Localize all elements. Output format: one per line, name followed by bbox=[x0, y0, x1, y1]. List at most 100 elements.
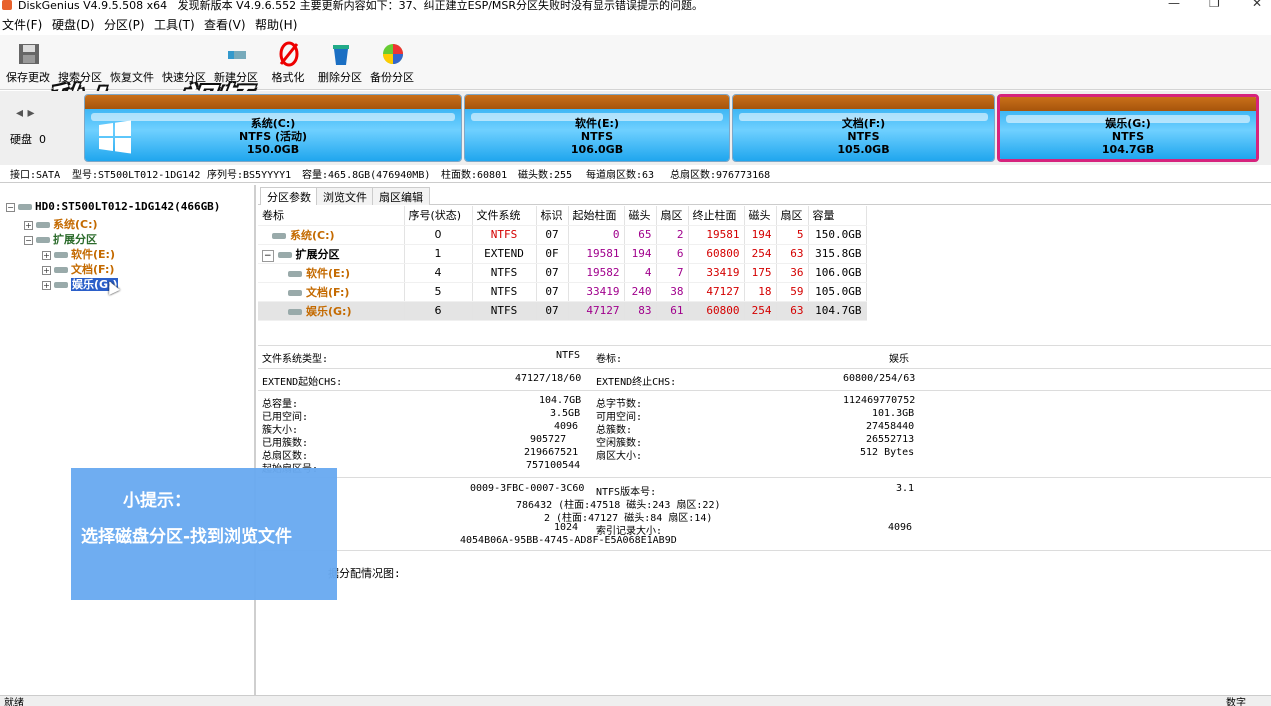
divider bbox=[258, 477, 1271, 478]
tree-node-c[interactable]: + 系统(C:) bbox=[24, 216, 98, 232]
menu-tools[interactable]: 工具(T) bbox=[154, 16, 195, 33]
title-bar: DiskGenius V4.9.5.508 x64 发现新版本 V4.9.6.5… bbox=[0, 0, 1271, 12]
partition-size: 105.0GB bbox=[837, 143, 890, 156]
cell: 47127 bbox=[568, 301, 625, 321]
tab-browse-files[interactable]: 浏览文件 bbox=[316, 187, 374, 205]
partition-block-g[interactable]: 娱乐(G:) NTFS 104.7GB bbox=[997, 94, 1259, 162]
tip-title: 小提示： bbox=[123, 491, 191, 511]
cell: 19581 bbox=[568, 244, 625, 264]
partition-size: 150.0GB bbox=[246, 143, 300, 156]
partition-icon bbox=[54, 282, 68, 288]
toolbar-label: 格式化 bbox=[271, 71, 305, 84]
cell: 19582 bbox=[568, 263, 625, 283]
menu-help[interactable]: 帮助(H) bbox=[255, 16, 297, 33]
partition-block-f[interactable]: 文档(F:) NTFS 105.0GB bbox=[732, 94, 995, 162]
cell: 36 bbox=[776, 263, 809, 283]
disk-label-text: 硬盘 bbox=[10, 133, 32, 146]
divider bbox=[258, 390, 1271, 391]
partition-name: 文档(F:) bbox=[841, 117, 886, 130]
partition-block-e[interactable]: 软件(E:) NTFS 106.0GB bbox=[464, 94, 730, 162]
partition-name: 软件(E:) bbox=[575, 117, 619, 130]
cell: 47127 bbox=[688, 282, 745, 302]
update-notice[interactable]: 发现新版本 V4.9.6.552 主要更新内容如下：37、纠正建立ESP/MSR… bbox=[178, 0, 703, 12]
partition-fs: NTFS (活动) bbox=[238, 130, 308, 143]
table-row[interactable]: 文档(F:) 5 NTFS 07 33419 240 38 47127 18 5… bbox=[258, 282, 867, 302]
menu-bar: 文件(F) 硬盘(D) 分区(P) 工具(T) 查看(V) 帮助(H) bbox=[0, 14, 1271, 34]
close-button[interactable]: ✕ bbox=[1252, 0, 1262, 10]
table-row[interactable]: − 扩展分区 1 EXTEND 0F 19581 194 6 60800 254 … bbox=[258, 244, 867, 264]
tab-sector-edit[interactable]: 扇区编辑 bbox=[372, 187, 430, 205]
table-row-selected[interactable]: 娱乐(G:) 6 NTFS 07 47127 83 61 60800 254 6… bbox=[258, 301, 867, 321]
disk-icon bbox=[18, 204, 32, 210]
window-title: DiskGenius V4.9.5.508 x64 bbox=[18, 0, 168, 12]
table-row[interactable]: 软件(E:) 4 NTFS 07 19582 4 7 33419 175 36 … bbox=[258, 263, 867, 283]
format-icon bbox=[279, 41, 299, 67]
cell: 38 bbox=[656, 282, 689, 302]
table-row[interactable]: 系统(C:) 0 NTFS 07 0 65 2 19581 194 5 150.… bbox=[258, 225, 867, 245]
cell: 33419 bbox=[568, 282, 625, 302]
partition-block-c[interactable]: 系统(C:) NTFS (活动) 150.0GB bbox=[84, 94, 462, 162]
partition-size: 104.7GB bbox=[1101, 143, 1155, 156]
format-button[interactable]: 格式化 bbox=[264, 39, 312, 87]
nav-arrows[interactable]: ◂ ▸ bbox=[16, 105, 35, 121]
minimize-button[interactable]: — bbox=[1168, 0, 1180, 10]
disk-sectors-per-track: 每道扇区数:63 bbox=[586, 170, 655, 181]
tree-label: 扩展分区 bbox=[53, 233, 97, 246]
tree-node-extended[interactable]: − 扩展分区 bbox=[24, 231, 97, 247]
cell: 254 bbox=[744, 301, 777, 321]
detail-value: 4096 bbox=[554, 421, 579, 432]
detail-value: 757100544 bbox=[526, 460, 581, 471]
app-icon bbox=[2, 0, 12, 10]
detail-label: EXTEND起始CHS: bbox=[262, 377, 343, 388]
backup-partition-button[interactable]: 备份分区 bbox=[368, 39, 416, 87]
cell: 07 bbox=[536, 282, 569, 302]
divider bbox=[258, 550, 1271, 551]
tree-node-e[interactable]: + 软件(E:) bbox=[42, 246, 115, 262]
backup-partition-icon bbox=[383, 44, 403, 64]
tree-node-disk[interactable]: − HD0:ST500LT012-1DG142(466GB) bbox=[6, 200, 220, 213]
partition-table: 卷标 序号(状态) 文件系统 标识 起始柱面 磁头 扇区 终止柱面 磁头 扇区 … bbox=[258, 206, 867, 321]
col-header: 磁头 bbox=[744, 206, 777, 226]
table-header: 卷标 序号(状态) 文件系统 标识 起始柱面 磁头 扇区 终止柱面 磁头 扇区 … bbox=[258, 206, 867, 226]
partition-fs: NTFS bbox=[580, 130, 614, 143]
cell: NTFS bbox=[472, 301, 537, 321]
menu-partition[interactable]: 分区(P) bbox=[104, 16, 145, 33]
col-header: 标识 bbox=[536, 206, 569, 226]
disk-heads: 磁头数:255 bbox=[518, 170, 573, 181]
col-header: 磁头 bbox=[624, 206, 657, 226]
save-changes-button[interactable]: 保存更改 bbox=[4, 39, 52, 87]
cell: 194 bbox=[624, 244, 657, 264]
detail-value: 26552713 bbox=[866, 434, 915, 445]
delete-partition-button[interactable]: 删除分区 bbox=[316, 39, 364, 87]
cell: 60800 bbox=[688, 244, 745, 264]
cell: 4 bbox=[624, 263, 657, 283]
menu-file[interactable]: 文件(F) bbox=[2, 16, 42, 33]
cell: 105.0GB bbox=[808, 282, 867, 302]
col-header: 序号(状态) bbox=[404, 206, 473, 226]
partition-icon bbox=[54, 267, 68, 273]
col-header: 扇区 bbox=[776, 206, 809, 226]
cell: 315.8GB bbox=[808, 244, 867, 264]
cell: 07 bbox=[536, 225, 569, 245]
menu-view[interactable]: 查看(V) bbox=[204, 16, 246, 33]
cell: NTFS bbox=[472, 263, 537, 283]
menu-disk[interactable]: 硬盘(D) bbox=[52, 16, 95, 33]
disk-interface: 接口:SATA bbox=[10, 170, 61, 181]
disk-label: 硬盘 0 bbox=[10, 131, 46, 147]
cell: 07 bbox=[536, 301, 569, 321]
toolbar-label: 删除分区 bbox=[318, 71, 362, 84]
status-bar: 就绪 数字 bbox=[0, 695, 1271, 706]
cell-label: 娱乐(G:) bbox=[306, 304, 352, 318]
maximize-button[interactable]: ❐ bbox=[1209, 0, 1220, 10]
cell: 5 bbox=[776, 225, 809, 245]
partition-fs: NTFS bbox=[847, 130, 880, 143]
cell: 194 bbox=[744, 225, 777, 245]
divider bbox=[258, 345, 1271, 346]
cell: 175 bbox=[744, 263, 777, 283]
delete-partition-icon bbox=[333, 45, 349, 65]
detail-label: 扇区大小: bbox=[596, 451, 643, 462]
cell: 240 bbox=[624, 282, 657, 302]
tree-node-f[interactable]: + 文档(F:) bbox=[42, 261, 114, 277]
cell: NTFS bbox=[472, 225, 537, 245]
tab-partition-params[interactable]: 分区参数 bbox=[260, 187, 318, 205]
